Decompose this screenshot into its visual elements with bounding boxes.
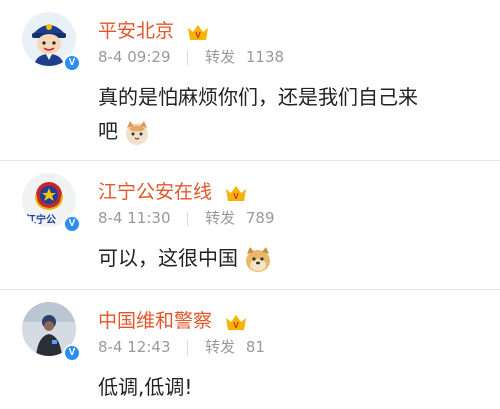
user-name[interactable]: 平安北京 V <box>98 16 210 43</box>
comment-text-line: 可以，这很中国 <box>98 246 238 270</box>
comment-text: 可以，这很中国 <box>98 241 483 275</box>
verified-badge-icon: V <box>63 54 81 72</box>
meta-divider <box>187 211 189 226</box>
comment-item: V 平安北京 V 8-4 09:29 转发 1138 真的是怕麻烦你们，还是我们… <box>0 0 500 160</box>
comment-text-fragment: 吧 <box>98 119 118 143</box>
svg-text:V: V <box>233 321 239 330</box>
user-name-text[interactable]: 江宁公安在线 <box>98 181 212 203</box>
repost-label[interactable]: 转发 <box>205 338 235 356</box>
comment-item: 江宁公 V 江宁公安在线 V 8-4 11:30 转发 789 可以，这很中国 <box>0 161 500 289</box>
avatar-caption: 江宁公 <box>26 215 56 226</box>
repost-label[interactable]: 转发 <box>205 209 235 227</box>
meta-divider <box>187 50 189 65</box>
svg-text:V: V <box>195 31 201 40</box>
user-name[interactable]: 江宁公安在线 V <box>98 177 248 204</box>
vip-crown-icon: V <box>226 314 247 330</box>
comment-date: 8-4 11:30 <box>98 209 171 227</box>
comment-meta: 8-4 12:43 转发 81 <box>98 336 265 357</box>
repost-label[interactable]: 转发 <box>205 48 235 66</box>
verified-badge-icon: V <box>63 344 81 362</box>
repost-count: 1138 <box>245 48 285 66</box>
verified-badge-icon: V <box>63 215 81 233</box>
cat-emoji <box>126 120 149 145</box>
repost-count: 81 <box>245 338 265 356</box>
comment-meta: 8-4 09:29 转发 1138 <box>98 46 284 67</box>
vip-crown-icon: V <box>188 24 209 40</box>
comment-text-line: 低调,低调! <box>98 375 193 399</box>
vip-crown-icon: V <box>226 185 247 201</box>
comment-text: 真的是怕麻烦你们，还是我们自己来 吧 <box>98 80 483 148</box>
user-name[interactable]: 中国维和警察 V <box>98 306 248 333</box>
comment-meta: 8-4 11:30 转发 789 <box>98 207 275 228</box>
meta-divider <box>187 340 189 355</box>
user-name-text[interactable]: 中国维和警察 <box>98 310 212 332</box>
comment-text: 低调,低调! <box>98 370 483 404</box>
comment-text-line: 真的是怕麻烦你们，还是我们自己来 <box>98 85 418 109</box>
comment-date: 8-4 12:43 <box>98 338 171 356</box>
comment-date: 8-4 09:29 <box>98 48 171 66</box>
repost-count: 789 <box>245 209 275 227</box>
user-name-text[interactable]: 平安北京 <box>98 20 174 42</box>
comment-text-line: 吧 <box>98 114 483 148</box>
svg-text:V: V <box>233 192 239 201</box>
doge-emoji <box>246 246 271 272</box>
comment-item: V 中国维和警察 V 8-4 12:43 转发 81 低调,低调! <box>0 290 500 409</box>
